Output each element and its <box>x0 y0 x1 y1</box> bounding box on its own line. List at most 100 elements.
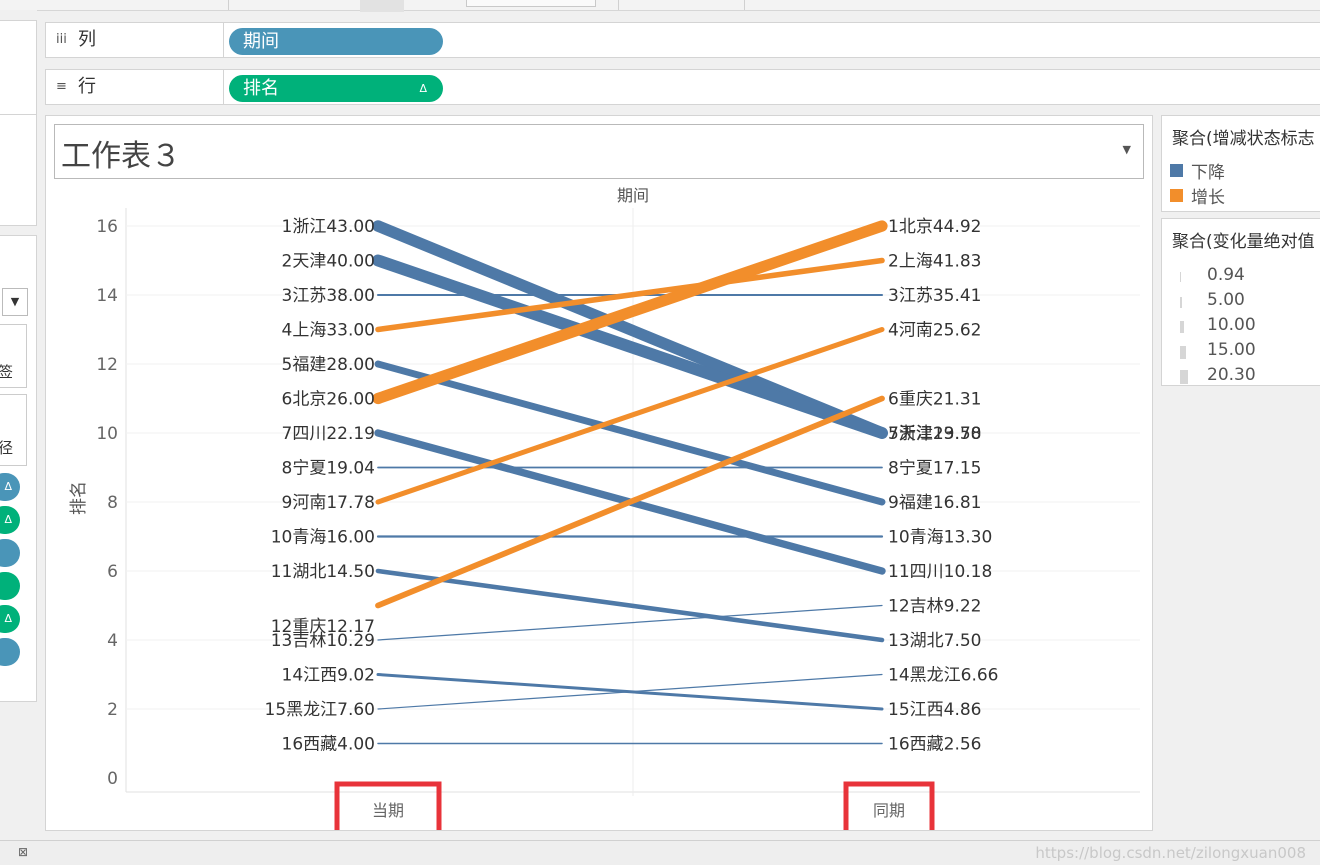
left-data-label: 3江苏38.00 <box>282 286 375 306</box>
rows-label-text: 行 <box>78 76 96 97</box>
label-card[interactable]: 签 <box>0 324 27 388</box>
slope-line <box>375 326 885 505</box>
color-legend-item[interactable]: 下降 <box>1162 157 1320 183</box>
size-swatch <box>1180 345 1186 359</box>
size-legend-label: 5.00 <box>1207 290 1245 310</box>
size-swatch <box>1180 296 1182 308</box>
right-data-label: 14黑龙江6.66 <box>888 666 998 686</box>
y-axis-label: 排名 <box>69 481 89 515</box>
toolbar-button[interactable] <box>360 0 404 12</box>
size-legend-item[interactable]: 15.00 <box>1162 339 1320 364</box>
slope-line <box>377 604 883 641</box>
size-swatch <box>1180 272 1181 282</box>
left-data-label: 7四川22.19 <box>282 424 375 444</box>
toolbar-divider <box>744 0 745 10</box>
right-data-label: 16西藏2.56 <box>888 735 981 755</box>
y-tick-label: 14 <box>96 286 118 306</box>
size-legend-label: 10.00 <box>1207 315 1256 335</box>
y-tick-label: 4 <box>107 631 118 651</box>
view-dropdown[interactable] <box>466 0 596 7</box>
mark-type-dropdown[interactable]: ▼ <box>2 288 28 316</box>
left-data-label: 1浙江43.00 <box>282 217 375 237</box>
marks-pill[interactable] <box>0 572 20 600</box>
right-data-label: 7天津19.70 <box>888 424 981 444</box>
column-header: 期间 <box>617 187 649 205</box>
pages-pane <box>0 20 37 118</box>
marks-pill[interactable]: Δ <box>0 506 20 534</box>
color-legend-title: 聚合(增减状态标志 <box>1172 129 1315 149</box>
size-legend-item[interactable]: 0.94 <box>1162 264 1320 289</box>
left-data-label: 14江西9.02 <box>282 666 375 686</box>
label-card-text: 签 <box>0 363 14 381</box>
filters-pane <box>0 114 37 226</box>
worksheet-view: 工作表３ ▼ 期间 0 2 4 6 8 10 12 14 16 排名 1浙江43.00 5浙江23.58… <box>45 115 1153 831</box>
size-swatch <box>1180 370 1188 384</box>
size-legend-title: 聚合(变化量绝对值 <box>1172 232 1315 252</box>
left-panes: ▼ 签 径 Δ Δ Δ <box>0 10 37 840</box>
size-legend-label: 20.30 <box>1207 365 1256 385</box>
left-data-label: 5福建28.00 <box>282 355 375 375</box>
columns-shelf-label: iii 列 <box>46 23 224 57</box>
toolbar-strip <box>0 0 1320 12</box>
size-legend: 聚合(变化量绝对值 0.94 5.00 10.00 15.00 20.30 <box>1161 218 1320 386</box>
sheet-tab-icon[interactable]: ⊠ <box>18 845 28 859</box>
right-data-label: 15江西4.86 <box>888 700 981 720</box>
left-data-label: 2天津40.00 <box>282 252 375 272</box>
rows-icon: ≡ <box>56 79 67 94</box>
size-legend-item[interactable]: 10.00 <box>1162 314 1320 339</box>
x-category-label: 同期 <box>873 801 905 820</box>
right-data-label: 9福建16.81 <box>888 493 981 513</box>
size-legend-item[interactable]: 5.00 <box>1162 289 1320 314</box>
right-data-label: 13湖北7.50 <box>888 631 981 651</box>
rows-pill-text: 排名 <box>243 78 279 99</box>
color-legend-label: 增长 <box>1191 188 1225 208</box>
right-data-label: 11四川10.18 <box>888 562 992 582</box>
columns-label-text: 列 <box>78 29 96 50</box>
y-tick-label: 6 <box>107 562 118 582</box>
rows-pill[interactable]: 排名 Δ <box>229 75 443 102</box>
y-tick-label: 12 <box>96 355 118 375</box>
marks-pill[interactable]: Δ <box>0 473 20 501</box>
path-card-text: 径 <box>0 439 14 457</box>
color-legend-label: 下降 <box>1191 163 1225 183</box>
y-tick-label: 16 <box>96 217 118 237</box>
left-data-label: 4上海33.00 <box>282 321 375 341</box>
size-legend-label: 0.94 <box>1207 265 1245 285</box>
left-data-label: 13吉林10.29 <box>271 631 375 651</box>
marks-pane: ▼ 签 径 Δ Δ Δ <box>0 235 37 702</box>
right-data-label: 6重庆21.31 <box>888 390 981 410</box>
left-data-label: 8宁夏19.04 <box>282 459 375 479</box>
marks-pill[interactable]: Δ <box>0 605 20 633</box>
status-bar: ⊠ https://blog.csdn.net/zilongxuan008 <box>0 840 1320 865</box>
marks-pill[interactable] <box>0 638 20 666</box>
path-card[interactable]: 径 <box>0 394 27 466</box>
slope-line <box>372 254 888 439</box>
color-legend-item[interactable]: 增长 <box>1162 182 1320 208</box>
left-data-label: 9河南17.78 <box>282 493 375 513</box>
toolbar-divider <box>228 0 229 10</box>
right-data-label: 12吉林9.22 <box>888 597 981 617</box>
right-data-label: 1北京44.92 <box>888 217 981 237</box>
left-data-label: 16西藏4.00 <box>282 735 375 755</box>
size-legend-item[interactable]: 20.30 <box>1162 364 1320 389</box>
marks-pill[interactable] <box>0 539 20 567</box>
color-swatch <box>1170 164 1183 177</box>
right-data-label: 8宁夏17.15 <box>888 459 981 479</box>
slope-chart: 期间0246810121416排名1浙江43.005浙江23.582天津40.0… <box>69 187 1140 830</box>
left-data-label: 15黑龙江7.60 <box>265 700 375 720</box>
left-data-label: 6北京26.00 <box>282 390 375 410</box>
columns-pill[interactable]: 期间 <box>229 28 443 55</box>
rows-shelf-label: ≡ 行 <box>46 70 224 104</box>
columns-pill-text: 期间 <box>243 31 279 52</box>
left-data-label: 10青海16.00 <box>271 528 375 548</box>
y-tick-label: 8 <box>107 493 118 513</box>
y-tick-label: 0 <box>107 769 118 789</box>
size-swatch <box>1180 321 1184 333</box>
left-data-label: 11湖北14.50 <box>271 562 375 582</box>
right-data-label: 2上海41.83 <box>888 252 981 272</box>
toolbar-divider <box>618 0 619 10</box>
right-data-label: 3江苏35.41 <box>888 286 981 306</box>
table-calc-delta-icon: Δ <box>419 82 427 95</box>
color-swatch <box>1170 189 1183 202</box>
y-tick-label: 10 <box>96 424 118 444</box>
